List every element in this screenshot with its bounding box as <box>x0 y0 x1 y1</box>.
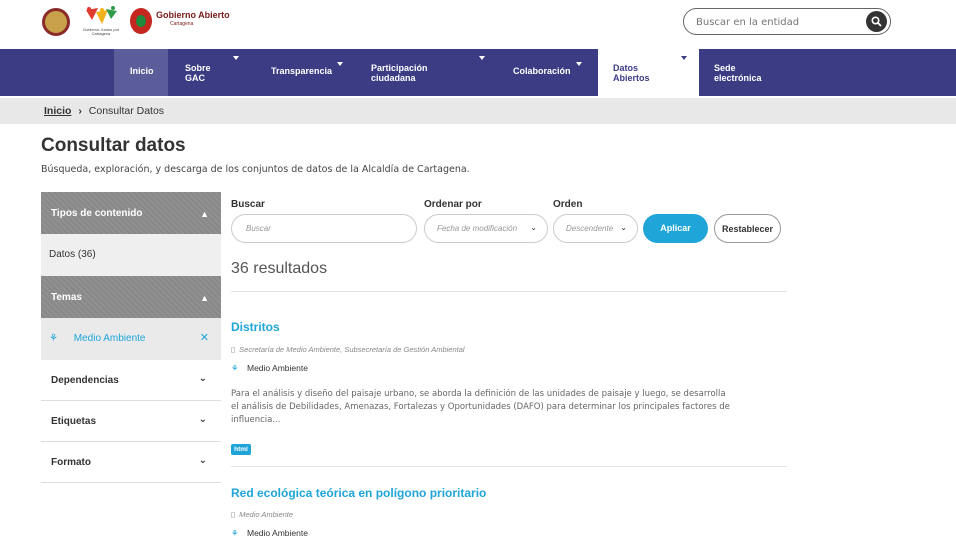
chevron-down-icon <box>576 62 582 66</box>
result-tag[interactable]: ⚘ Medio Ambiente <box>231 528 308 539</box>
search-button[interactable] <box>866 11 887 32</box>
nav-datos-abiertos[interactable]: Datos Abiertos <box>598 49 699 96</box>
gobierno-abierto-emblem[interactable] <box>130 8 152 34</box>
chevron-up-icon: ▲ <box>200 293 209 303</box>
sidebar-etiquetas[interactable]: Etiquetas ⌄ <box>41 401 221 442</box>
divider <box>231 466 787 467</box>
result-org: ▯ Secretaría de Medio Ambiente, Subsecret… <box>231 345 465 354</box>
chevron-down-icon <box>233 56 239 60</box>
nav-sobre-gac[interactable]: Sobre GAC <box>185 49 239 96</box>
logo-people-label: Gobierno Juntos por Cartagena <box>82 27 120 36</box>
chevron-down-icon: ⌄ <box>530 223 537 232</box>
remove-filter-icon[interactable]: ✕ <box>200 331 209 344</box>
sidebar-etiquetas-label: Etiquetas <box>51 416 97 427</box>
sidebar-tipos-header[interactable]: Tipos de contenido ▲ <box>41 192 221 234</box>
nav-participacion-label: Participación ciudadana <box>371 63 428 83</box>
sidebar-item-medio-ambiente[interactable]: ⚘ Medio Ambiente ✕ <box>41 318 221 360</box>
orden-label: Orden <box>553 199 583 210</box>
result-tag-label: Medio Ambiente <box>247 528 308 538</box>
result-org: ▯ Medio Ambiente <box>231 510 293 519</box>
dataset-search-placeholder: Buscar <box>246 224 271 233</box>
page-subtitle: Búsqueda, exploración, y descarga de los… <box>41 164 470 175</box>
breadcrumb: Inicio › Consultar Datos <box>44 105 164 117</box>
sidebar-formato[interactable]: Formato ⌄ <box>41 442 221 483</box>
sidebar-temas-label: Temas <box>51 292 82 303</box>
chevron-down-icon <box>681 56 687 60</box>
nav-datos-abiertos-label: Datos Abiertos <box>613 63 650 83</box>
environment-icon: ⚘ <box>49 333 58 344</box>
chevron-down-icon <box>337 62 343 66</box>
entity-search-box <box>683 8 891 35</box>
chevron-down-icon: ⌄ <box>198 414 207 425</box>
entity-search-input[interactable] <box>696 14 846 30</box>
apply-button[interactable]: Aplicar <box>643 214 708 243</box>
result-title[interactable]: Distritos <box>231 320 280 334</box>
nav-participacion[interactable]: Participación ciudadana <box>371 49 491 96</box>
sidebar-dependencias[interactable]: Dependencias ⌄ <box>41 360 221 401</box>
sidebar-tipos-label: Tipos de contenido <box>51 208 143 219</box>
buscar-label: Buscar <box>231 199 265 210</box>
chevron-up-icon: ▲ <box>200 209 209 219</box>
result-org-text: Medio Ambiente <box>239 510 294 519</box>
sidebar-datos-label: Datos (36) <box>49 249 96 260</box>
nav-transparencia[interactable]: Transparencia <box>271 49 351 96</box>
sidebar-formato-label: Formato <box>51 457 91 468</box>
sort-by-value: Fecha de modificación <box>437 224 518 233</box>
cartagena-shield-logo[interactable] <box>42 8 70 36</box>
nav-colaboracion-label: Colaboración <box>513 66 571 76</box>
sidebar-temas-header[interactable]: Temas ▲ <box>41 276 221 318</box>
nav-sede-electronica[interactable]: Sede electrónica <box>714 49 784 96</box>
main-nav: Inicio Sobre GAC Transparencia Participa… <box>0 49 956 96</box>
building-icon: ▯ <box>231 345 236 354</box>
nav-sede-label: Sede electrónica <box>714 63 762 83</box>
nav-colaboracion[interactable]: Colaboración <box>513 49 593 96</box>
nav-transparencia-label: Transparencia <box>271 66 333 76</box>
gobierno-abierto-logo-text[interactable]: Gobierno Abierto Cartagena <box>156 11 230 29</box>
result-description: Para el análisis y diseño del paisaje ur… <box>231 389 730 425</box>
chevron-down-icon: ⌄ <box>198 373 207 384</box>
divider <box>231 291 787 292</box>
breadcrumb-bar: Inicio › Consultar Datos <box>0 98 956 124</box>
sidebar-medio-ambiente-label: Medio Ambiente <box>73 333 146 344</box>
sort-by-select[interactable]: Fecha de modificación ⌄ <box>424 214 548 243</box>
chevron-down-icon: ⌄ <box>620 223 627 232</box>
result-org-text: Secretaría de Medio Ambiente, Subsecreta… <box>239 345 465 354</box>
environment-icon: ⚘ <box>231 528 239 538</box>
breadcrumb-current: Consultar Datos <box>88 105 165 117</box>
building-icon: ▯ <box>231 510 236 519</box>
nav-sobre-gac-label: Sobre GAC <box>185 63 211 83</box>
logo-ga-title: Gobierno Abierto <box>156 10 230 20</box>
sidebar-dependencias-label: Dependencias <box>51 375 119 386</box>
dataset-search-input[interactable]: Buscar <box>231 214 417 243</box>
filters-sidebar: Tipos de contenido ▲ Datos (36) Temas ▲ … <box>41 192 221 483</box>
nav-inicio[interactable]: Inicio <box>114 49 168 96</box>
chevron-down-icon <box>479 56 485 60</box>
environment-icon: ⚘ <box>231 363 239 373</box>
order-select[interactable]: Descendente ⌄ <box>553 214 638 243</box>
reset-button[interactable]: Restablecer <box>714 214 781 243</box>
juntos-por-cartagena-logo[interactable]: Gobierno Juntos por Cartagena <box>80 6 122 36</box>
result-tag[interactable]: ⚘ Medio Ambiente <box>231 363 308 374</box>
page-title: Consultar datos <box>41 135 186 156</box>
result-tag-label: Medio Ambiente <box>247 363 308 373</box>
nav-inicio-label: Inicio <box>130 66 154 76</box>
chevron-down-icon: ⌄ <box>198 455 207 466</box>
result-title[interactable]: Red ecológica teórica en polígono priori… <box>231 486 486 500</box>
order-value: Descendente <box>566 224 614 233</box>
top-header: Gobierno Juntos por Cartagena Gobierno A… <box>0 0 956 42</box>
format-badge[interactable]: html <box>231 444 251 455</box>
search-icon <box>871 16 882 27</box>
logo-ga-sub: Cartagena <box>170 21 194 27</box>
ordenar-label: Ordenar por <box>424 199 482 210</box>
breadcrumb-home-link[interactable]: Inicio <box>44 105 71 117</box>
breadcrumb-separator: › <box>78 105 82 117</box>
sidebar-item-datos[interactable]: Datos (36) <box>41 234 221 276</box>
results-count: 36 resultados <box>231 260 328 277</box>
